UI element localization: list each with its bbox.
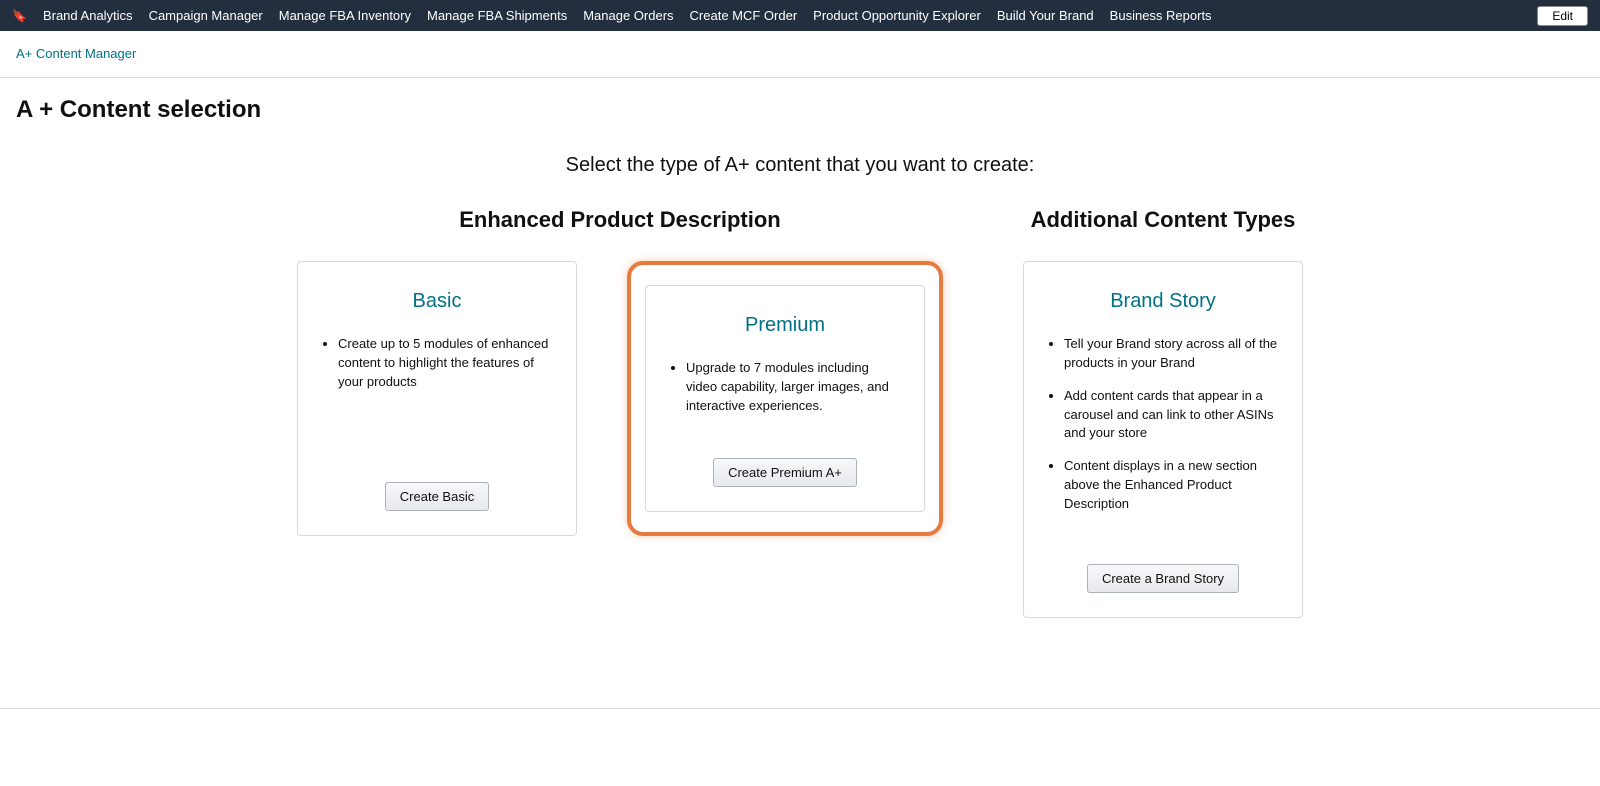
premium-bullets: Upgrade to 7 modules including video cap…	[668, 359, 902, 430]
nav-manage-fba-inventory[interactable]: Manage FBA Inventory	[279, 8, 411, 23]
page-title: A + Content selection	[0, 78, 1600, 154]
create-premium-button[interactable]: Create Premium A+	[713, 458, 857, 487]
breadcrumb: A+ Content Manager	[0, 31, 1600, 78]
bookmark-icon[interactable]: 🔖	[12, 9, 27, 23]
top-nav: 🔖 Brand Analytics Campaign Manager Manag…	[0, 0, 1600, 31]
basic-title: Basic	[413, 290, 462, 313]
nav-brand-analytics[interactable]: Brand Analytics	[43, 8, 133, 23]
nav-manage-orders[interactable]: Manage Orders	[583, 8, 673, 23]
brandstory-bullets: Tell your Brand story across all of the …	[1046, 335, 1280, 528]
breadcrumb-link[interactable]: A+ Content Manager	[16, 46, 136, 61]
intro-text: Select the type of A+ content that you w…	[0, 154, 1600, 177]
brandstory-title: Brand Story	[1110, 290, 1216, 313]
nav-left: 🔖 Brand Analytics Campaign Manager Manag…	[12, 8, 1212, 23]
list-item: Create up to 5 modules of enhanced conte…	[338, 335, 554, 392]
list-item: Content displays in a new section above …	[1064, 457, 1280, 514]
additional-header: Additional Content Types	[1031, 207, 1296, 233]
list-item: Upgrade to 7 modules including video cap…	[686, 359, 902, 416]
edit-button[interactable]: Edit	[1537, 6, 1588, 26]
enhanced-column: Enhanced Product Description Basic Creat…	[297, 207, 943, 618]
brandstory-card: Brand Story Tell your Brand story across…	[1023, 261, 1303, 618]
enhanced-header: Enhanced Product Description	[459, 207, 781, 233]
create-basic-button[interactable]: Create Basic	[385, 482, 489, 511]
nav-product-opportunity-explorer[interactable]: Product Opportunity Explorer	[813, 8, 981, 23]
basic-bullets: Create up to 5 modules of enhanced conte…	[320, 335, 554, 406]
nav-create-mcf-order[interactable]: Create MCF Order	[690, 8, 798, 23]
footer-divider	[0, 708, 1600, 709]
content-columns: Enhanced Product Description Basic Creat…	[0, 207, 1600, 678]
enhanced-card-row: Basic Create up to 5 modules of enhanced…	[297, 261, 943, 536]
premium-title: Premium	[745, 314, 825, 337]
premium-card: Premium Upgrade to 7 modules including v…	[645, 285, 925, 512]
list-item: Tell your Brand story across all of the …	[1064, 335, 1280, 373]
nav-manage-fba-shipments[interactable]: Manage FBA Shipments	[427, 8, 567, 23]
nav-business-reports[interactable]: Business Reports	[1110, 8, 1212, 23]
list-item: Add content cards that appear in a carou…	[1064, 387, 1280, 444]
premium-highlight: Premium Upgrade to 7 modules including v…	[627, 261, 943, 536]
nav-campaign-manager[interactable]: Campaign Manager	[149, 8, 263, 23]
create-brandstory-button[interactable]: Create a Brand Story	[1087, 564, 1239, 593]
additional-column: Additional Content Types Brand Story Tel…	[1023, 207, 1303, 618]
basic-card: Basic Create up to 5 modules of enhanced…	[297, 261, 577, 536]
nav-build-your-brand[interactable]: Build Your Brand	[997, 8, 1094, 23]
